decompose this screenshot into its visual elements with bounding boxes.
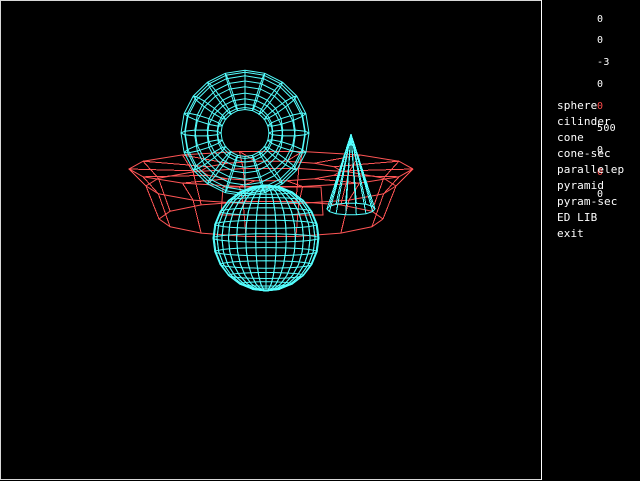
app-screen: 0 0 -3 0 0 500 0 0 0 sphere cilinder con… (0, 0, 640, 480)
frustum-bottom-ring (158, 201, 384, 237)
menu-item-ed-lib[interactable]: ED LIB (556, 210, 640, 226)
cone-base (326, 202, 376, 216)
frustum-edge (182, 182, 194, 201)
frustum-edge (382, 185, 397, 220)
torus-parallel (216, 103, 274, 160)
menu-item-cilinder[interactable]: cilinder (556, 114, 640, 130)
frustum-edge (145, 185, 160, 220)
torus-meridian (267, 129, 310, 137)
menu-item-pyram-sec[interactable]: pyram-sec (556, 194, 640, 210)
readout-row-1: 0 (597, 13, 604, 25)
menu-item-exit[interactable]: exit (556, 226, 640, 242)
frustum-edge (157, 178, 171, 212)
shape-menu: sphere cilinder cone cone-sec parallelep… (556, 98, 640, 242)
frustum-edge (128, 168, 202, 172)
readout-row-2: 0 (597, 35, 604, 47)
torus-parallel (220, 108, 270, 158)
right-panel: 0 0 -3 0 0 500 0 0 0 sphere cilinder con… (541, 0, 640, 480)
menu-item-parallelep[interactable]: parallelep (556, 162, 640, 178)
frustum-edge (157, 193, 171, 227)
frustum-edge (340, 168, 414, 172)
menu-item-cone-sec[interactable]: cone-sec (556, 146, 640, 162)
readout-row-4: 0 (597, 79, 604, 91)
menu-item-cone[interactable]: cone (556, 130, 640, 146)
wireframe-viewport[interactable] (0, 0, 541, 480)
torus-meridian (180, 129, 223, 137)
menu-item-sphere[interactable]: sphere (556, 98, 640, 114)
torus-parallel (216, 106, 274, 163)
wireframe-scene (127, 69, 414, 292)
frustum-edge (286, 180, 303, 188)
menu-item-pyramid[interactable]: pyramid (556, 178, 640, 194)
readout-row-3: -3 (597, 57, 610, 69)
